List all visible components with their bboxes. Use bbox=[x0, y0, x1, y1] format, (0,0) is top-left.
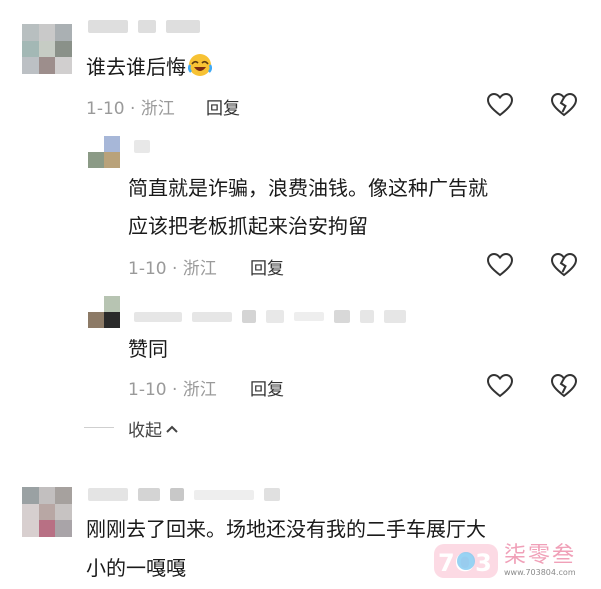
like-heart-icon[interactable] bbox=[486, 373, 514, 399]
comment-text: 谁去谁后悔 bbox=[86, 50, 212, 84]
watermark-url: www.703804.com bbox=[504, 568, 576, 577]
reply-meta: 1-10 · 浙江 bbox=[128, 380, 217, 400]
watermark-703-logo-icon: 7O3 bbox=[432, 540, 500, 582]
reply-button[interactable]: 回复 bbox=[206, 94, 240, 119]
like-heart-icon[interactable] bbox=[486, 252, 514, 278]
watermark-logo: 7O3 柒零叁 www.703804.com bbox=[432, 538, 592, 584]
username-redacted[interactable] bbox=[134, 140, 150, 153]
crying-laughing-emoji-icon bbox=[188, 54, 212, 76]
collapse-divider bbox=[84, 427, 114, 428]
comment-text-line: 小的一嘎嘎 bbox=[86, 556, 186, 580]
collapse-replies-button[interactable]: 收起 bbox=[128, 416, 179, 441]
like-heart-icon[interactable] bbox=[486, 92, 514, 118]
reply-button[interactable]: 回复 bbox=[250, 254, 284, 279]
username-redacted[interactable] bbox=[134, 310, 406, 323]
collapse-label: 收起 bbox=[128, 421, 162, 441]
username-redacted[interactable] bbox=[88, 20, 200, 33]
comment-text-line: 谁去谁后悔 bbox=[86, 55, 186, 79]
comment-meta: 1-10 · 浙江 bbox=[86, 99, 175, 119]
watermark-name: 柒零叁 bbox=[504, 543, 577, 568]
reply-button[interactable]: 回复 bbox=[250, 375, 284, 400]
dislike-broken-heart-icon[interactable] bbox=[550, 252, 578, 278]
username-redacted[interactable] bbox=[88, 488, 280, 501]
dislike-broken-heart-icon[interactable] bbox=[550, 92, 578, 118]
reply-text-line: 应该把老板抓起来治安拘留 bbox=[128, 214, 368, 238]
dislike-broken-heart-icon[interactable] bbox=[550, 373, 578, 399]
reply-text-line: 赞同 bbox=[128, 337, 168, 361]
reply-meta: 1-10 · 浙江 bbox=[128, 259, 217, 279]
avatar[interactable] bbox=[22, 24, 72, 74]
chevron-up-icon bbox=[166, 425, 178, 433]
avatar[interactable] bbox=[22, 487, 72, 537]
avatar[interactable] bbox=[88, 296, 120, 328]
avatar[interactable] bbox=[88, 136, 120, 168]
comment-text-line: 刚刚去了回来。场地还没有我的二手车展厅大 bbox=[86, 517, 486, 541]
reply-text-line: 简直就是诈骗，浪费油钱。像这种广告就 bbox=[128, 176, 488, 200]
